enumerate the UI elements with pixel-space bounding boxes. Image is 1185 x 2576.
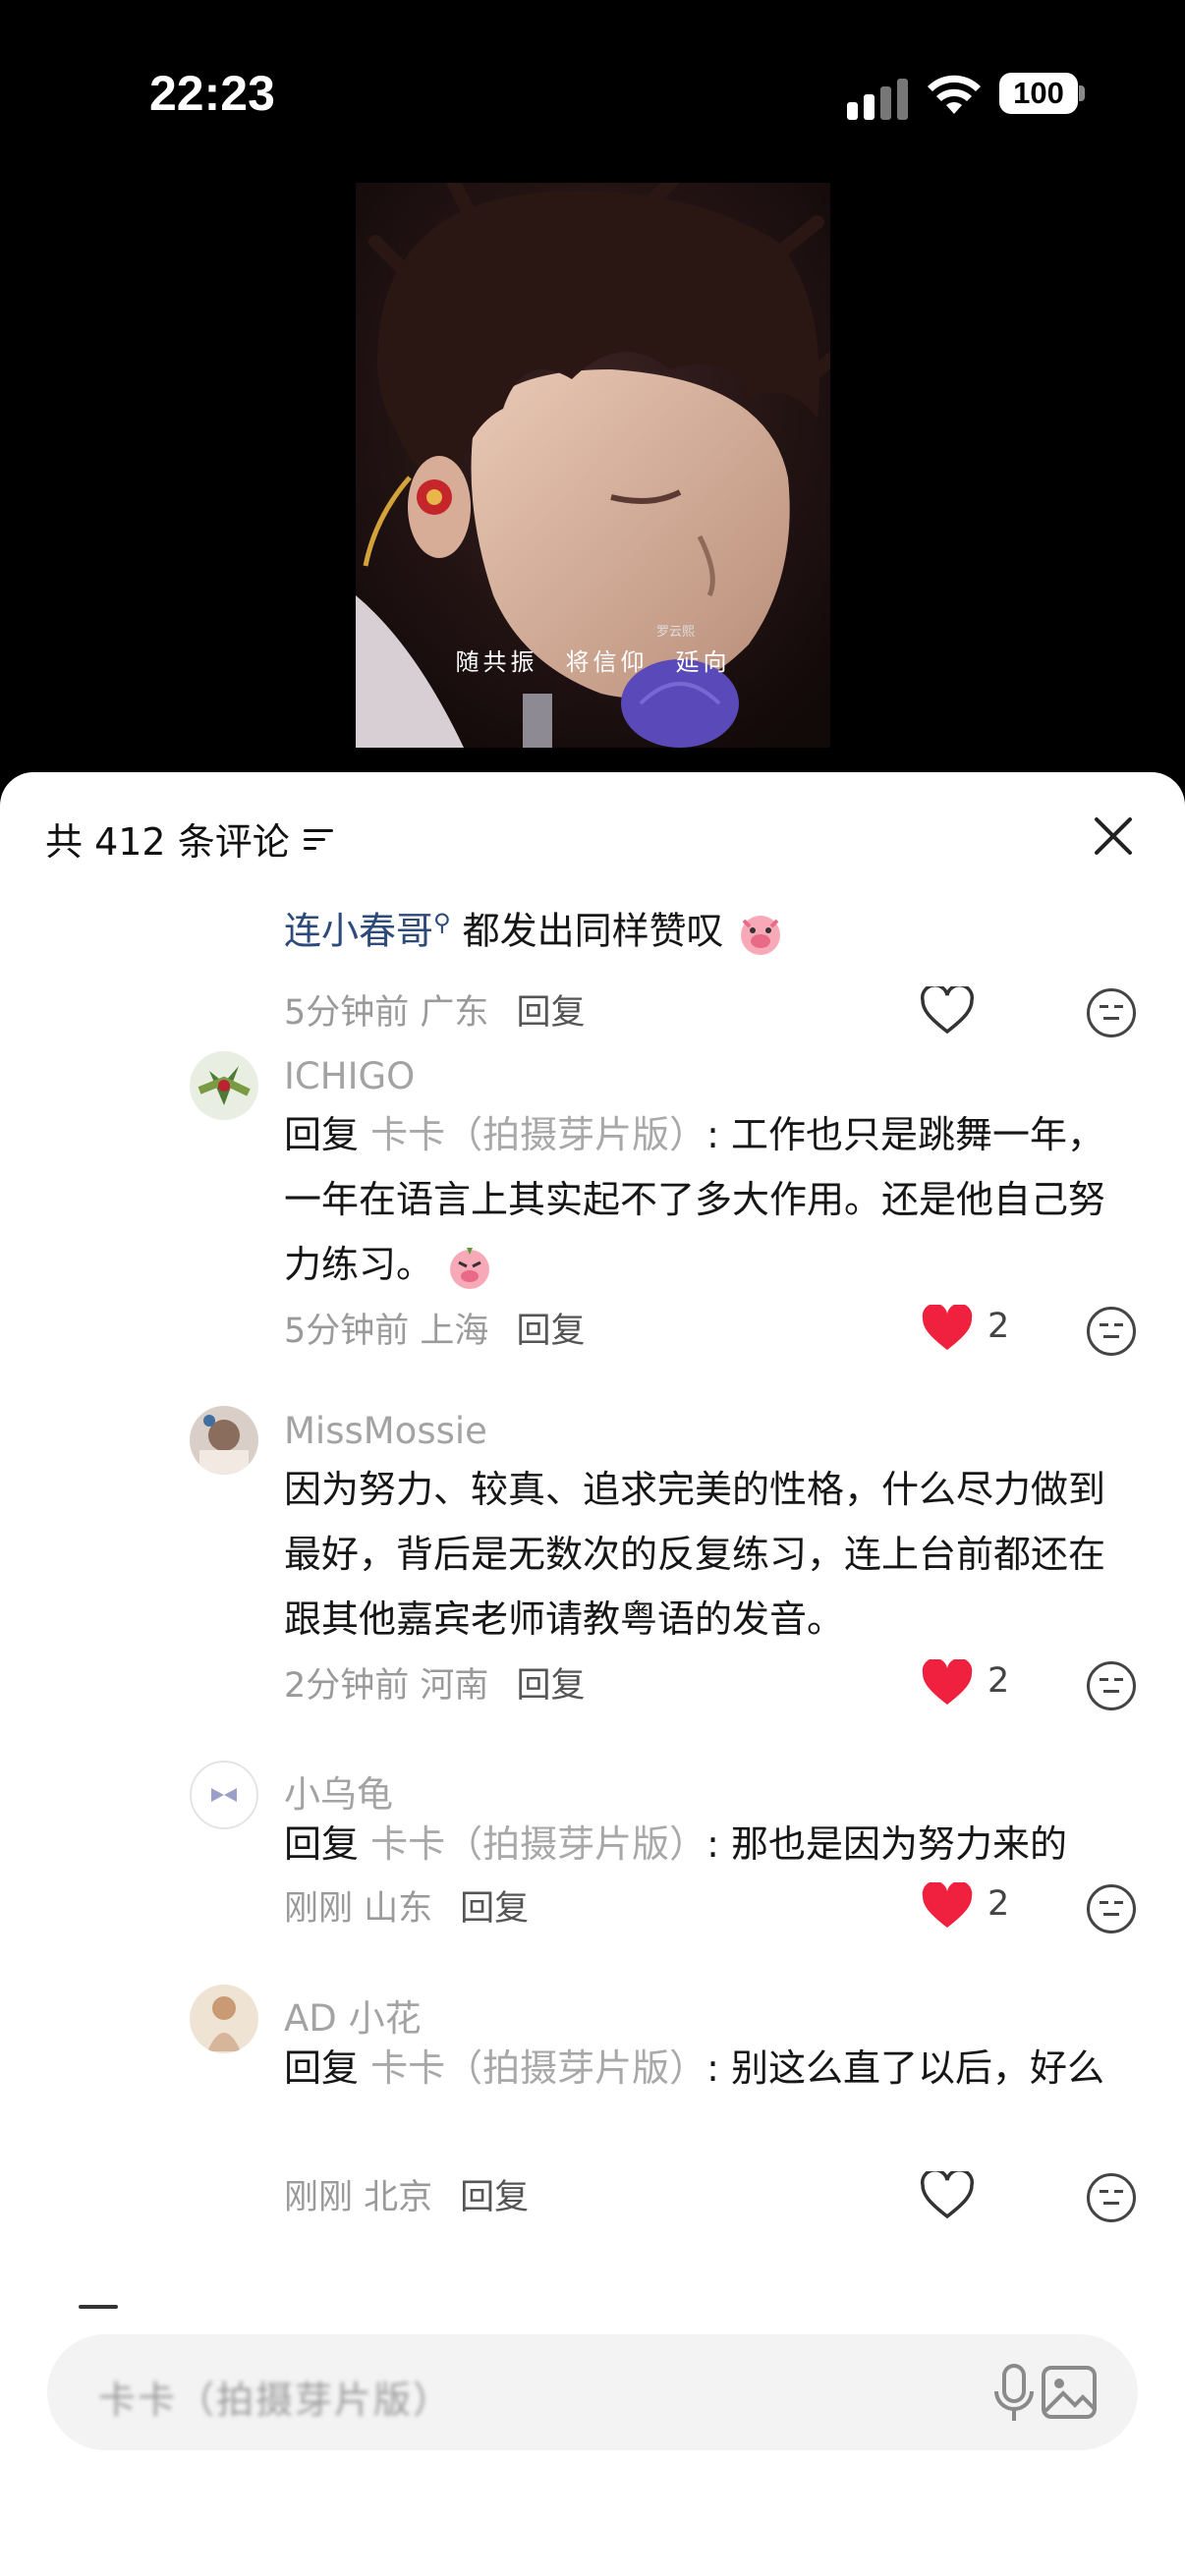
dislike-icon[interactable] — [1087, 1884, 1136, 1933]
dislike-icon[interactable] — [1087, 1661, 1136, 1710]
reply-button[interactable]: 回复 — [460, 2178, 529, 2217]
video-player[interactable]: 罗云熙 随共振 将信仰 延向 — [356, 183, 830, 748]
comment-text: 回复 卡卡（拍摄芽片版）: 那也是因为努力来的 — [284, 1822, 1068, 1866]
avatar[interactable] — [190, 1406, 258, 1475]
reply-button[interactable]: 回复 — [516, 993, 585, 1033]
pig-face-emoji-icon — [450, 1247, 490, 1289]
battery-tip — [1079, 85, 1085, 101]
dislike-icon[interactable] — [1087, 1307, 1136, 1356]
filter-icon[interactable] — [303, 825, 333, 853]
video-subtitle: 随共振 将信仰 延向 — [455, 648, 731, 676]
close-icon[interactable] — [1091, 813, 1136, 859]
pig-face-emoji-icon — [740, 916, 780, 956]
avatar[interactable] — [190, 1051, 258, 1120]
heart-icon[interactable] — [920, 2171, 975, 2220]
comment-text: 因为努力、较真、追求完美的性格，什么尽力做到最好，背后是无数次的反复练习，连上台… — [284, 1468, 1106, 1641]
video-caption-small: 罗云熙 — [656, 625, 696, 640]
reply-target[interactable]: 卡卡（拍摄芽片版） — [370, 1113, 706, 1156]
status-bar: 22:23 100 — [0, 0, 1185, 187]
comment-count-header[interactable]: 共 412 条评论 — [45, 812, 333, 866]
scroll-indicator — [79, 2305, 118, 2309]
reply-button[interactable]: 回复 — [460, 1889, 529, 1929]
wifi-icon — [928, 75, 981, 114]
dislike-icon[interactable] — [1087, 988, 1136, 1037]
comment-username[interactable]: ICHIGO — [284, 1055, 415, 1097]
like-count: 2 — [988, 1307, 1010, 1346]
reply-button[interactable]: 回复 — [516, 1312, 585, 1351]
comment-text: 连小春哥⚲ 都发出同样赞叹 — [284, 890, 1109, 964]
image-icon[interactable] — [1040, 2364, 1099, 2421]
dislike-icon[interactable] — [1087, 2173, 1136, 2222]
comment-count-title: 共 412 条评论 — [45, 820, 290, 864]
comment-text: 回复 卡卡（拍摄芽片版）: 工作也只是跳舞一年，一年在语言上其实起不了多大作用。… — [284, 1102, 1109, 1297]
comment-username[interactable]: MissMossie — [284, 1410, 487, 1452]
reply-target[interactable]: 卡卡（拍摄芽片版） — [370, 1822, 706, 1866]
comment-username[interactable]: 小乌龟 — [284, 1764, 393, 1818]
heart-icon[interactable] — [920, 1305, 975, 1354]
heart-icon[interactable] — [920, 1882, 975, 1932]
search-icon: ⚲ — [433, 909, 451, 936]
comment-sheet: 共 412 条评论 连小春哥⚲ 都发出同样赞叹 5分钟前 广东 回复 ICHIGO… — [0, 772, 1185, 2576]
avatar[interactable] — [190, 1761, 258, 1829]
status-time: 22:23 — [149, 66, 275, 121]
battery-indicator: 100 — [999, 73, 1078, 114]
comment-input-placeholder: 卡卡（拍摄芽片版） — [98, 2379, 453, 2422]
comment-meta: 2分钟前 河南 回复 — [284, 1666, 586, 1706]
like-count: 2 — [988, 1884, 1010, 1924]
reply-target[interactable]: 卡卡（拍摄芽片版） — [370, 2046, 706, 2090]
avatar[interactable] — [190, 1985, 258, 2053]
reply-button[interactable]: 回复 — [516, 1666, 585, 1706]
comment-meta: 5分钟前 上海 回复 — [284, 1312, 586, 1351]
comment-text: 回复 卡卡（拍摄芽片版）: 别这么直了以后，好么 — [284, 2046, 1105, 2090]
comment-meta: 5分钟前 广东 回复 — [284, 993, 586, 1033]
comment-username[interactable]: AD 小花 — [284, 1988, 422, 2042]
heart-icon[interactable] — [920, 986, 975, 1036]
comment-input[interactable]: 卡卡（拍摄芽片版） — [47, 2334, 1138, 2450]
comment-meta: 刚刚 山东 回复 — [284, 1889, 530, 1929]
cellular-signal-icon — [847, 77, 910, 120]
microphone-icon[interactable] — [988, 2362, 1040, 2425]
heart-icon[interactable] — [920, 1659, 975, 1708]
mention-link[interactable]: 连小春哥 — [284, 910, 433, 953]
comment-meta: 刚刚 北京 回复 — [284, 2178, 530, 2217]
like-count: 2 — [988, 1661, 1010, 1701]
